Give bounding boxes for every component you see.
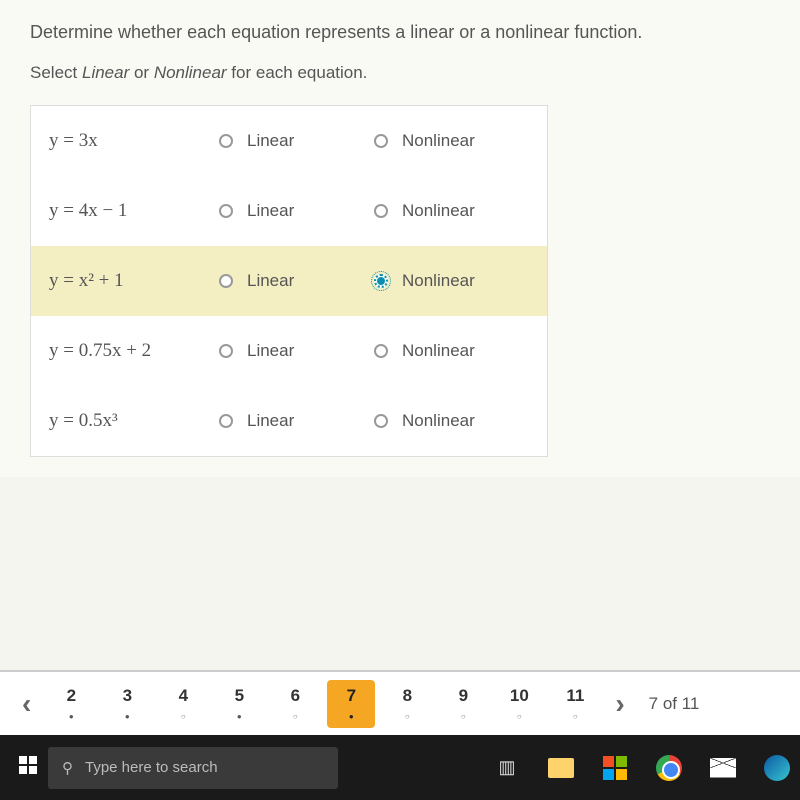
equation-row: y = 0.5x³ Linear Nonlinear xyxy=(31,386,547,456)
microsoft-store-icon[interactable] xyxy=(600,753,630,783)
equation-row: y = 3x Linear Nonlinear xyxy=(31,106,547,176)
equation: y = x² + 1 xyxy=(49,270,219,292)
page-list: 234567891011 xyxy=(43,680,603,728)
page-button-8[interactable]: 8 xyxy=(383,680,431,728)
linear-option[interactable]: Linear xyxy=(219,131,374,151)
page-button-5[interactable]: 5 xyxy=(215,680,263,728)
equation-row: y = 4x − 1 Linear Nonlinear xyxy=(31,176,547,246)
nonlinear-option[interactable]: Nonlinear xyxy=(374,131,529,151)
page-button-11[interactable]: 11 xyxy=(551,680,599,728)
linear-option[interactable]: Linear xyxy=(219,411,374,431)
question-nav: ‹ 234567891011 › 7 of 11 xyxy=(0,670,800,735)
taskbar: ⚲ Type here to search ▥ xyxy=(0,735,800,800)
equation-row: y = x² + 1 Linear Nonlinear xyxy=(31,246,547,316)
page-button-4[interactable]: 4 xyxy=(159,680,207,728)
question-panel: Determine whether each equation represen… xyxy=(0,0,800,477)
radio-icon xyxy=(374,134,388,148)
page-button-3[interactable]: 3 xyxy=(103,680,151,728)
equation: y = 4x − 1 xyxy=(49,200,219,222)
page-button-6[interactable]: 6 xyxy=(271,680,319,728)
equation: y = 0.5x³ xyxy=(49,410,219,432)
radio-icon xyxy=(374,274,388,288)
linear-option[interactable]: Linear xyxy=(219,341,374,361)
file-explorer-icon[interactable] xyxy=(546,753,576,783)
page-button-10[interactable]: 10 xyxy=(495,680,543,728)
page-button-7[interactable]: 7 xyxy=(327,680,375,728)
mail-icon[interactable] xyxy=(708,753,738,783)
nonlinear-option[interactable]: Nonlinear xyxy=(374,341,529,361)
chrome-icon[interactable] xyxy=(654,753,684,783)
instruction-text: Select Linear or Nonlinear for each equa… xyxy=(30,63,770,83)
radio-icon xyxy=(374,344,388,358)
start-button[interactable] xyxy=(8,756,48,779)
equation-row: y = 0.75x + 2 Linear Nonlinear xyxy=(31,316,547,386)
equation: y = 3x xyxy=(49,130,219,152)
search-input[interactable]: ⚲ Type here to search xyxy=(48,747,338,789)
search-icon: ⚲ xyxy=(62,759,73,777)
page-counter: 7 of 11 xyxy=(649,694,700,714)
radio-icon xyxy=(374,204,388,218)
radio-icon xyxy=(374,414,388,428)
search-placeholder: Type here to search xyxy=(85,759,218,776)
radio-icon xyxy=(219,274,233,288)
radio-icon xyxy=(219,204,233,218)
linear-option[interactable]: Linear xyxy=(219,271,374,291)
next-button[interactable]: › xyxy=(603,688,636,720)
page-button-9[interactable]: 9 xyxy=(439,680,487,728)
page-button-2[interactable]: 2 xyxy=(47,680,95,728)
radio-icon xyxy=(219,134,233,148)
radio-icon xyxy=(219,414,233,428)
task-view-icon[interactable]: ▥ xyxy=(492,753,522,783)
nonlinear-option[interactable]: Nonlinear xyxy=(374,201,529,221)
nonlinear-option[interactable]: Nonlinear xyxy=(374,411,529,431)
prev-button[interactable]: ‹ xyxy=(10,688,43,720)
question-text: Determine whether each equation represen… xyxy=(30,20,770,45)
task-icons: ▥ xyxy=(492,753,792,783)
linear-option[interactable]: Linear xyxy=(219,201,374,221)
nonlinear-option[interactable]: Nonlinear xyxy=(374,271,529,291)
edge-icon[interactable] xyxy=(762,753,792,783)
radio-icon xyxy=(219,344,233,358)
equation-table: y = 3x Linear Nonlinear y = 4x − 1 Linea… xyxy=(30,105,548,457)
equation: y = 0.75x + 2 xyxy=(49,340,219,362)
